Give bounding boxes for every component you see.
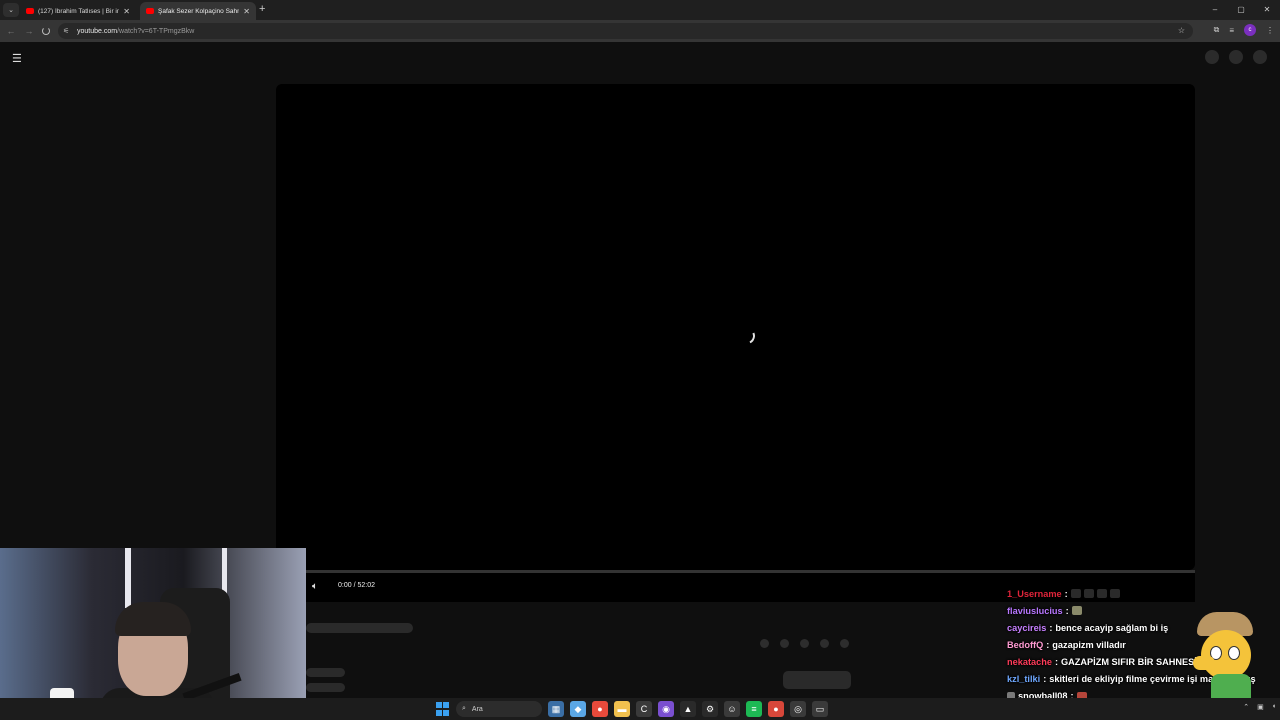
mascot-face [1201,630,1251,680]
chat-username: BedoffQ [1007,639,1044,650]
chat-separator: : [1049,622,1053,633]
browser-toolbar: ← → ⚟ youtube.com/watch?v=6T-TPmgzBkw ☆ … [0,20,1280,42]
windows-taskbar: ⌕ Ara ▦ ◆ ● ▬ C ◉ ▲ ⚙ ☺ ≡ ● ◎ ▭ ⌃ ▣ ◖ [0,698,1280,720]
chat-separator: : [1064,588,1068,599]
chat-separator: : [1065,605,1069,616]
chat-username: flaviuslucius [1007,605,1063,616]
chat-separator: : [1046,639,1050,650]
media-control-icon[interactable]: ≡ [1229,26,1234,35]
chat-username: kzl_tilki [1007,674,1041,685]
chat-message: 1_Username: [1007,585,1280,602]
tab-title: (127) İbrahim Tatlıses | Bir imparatorlu… [38,7,119,15]
volume-icon[interactable]: 🔈︎ [312,581,318,592]
channel-skeleton [306,668,345,677]
app-gray-icon[interactable]: ▭ [812,701,828,717]
network-icon[interactable]: ▣ [1257,703,1264,711]
emote-mascot-overlay [1193,612,1257,710]
header-placeholder-circle[interactable] [1229,50,1243,64]
action-skeleton-dot [840,639,849,648]
chat-text: gazapizm villadır [1052,639,1126,650]
chat-emote-icon [1096,589,1107,599]
url-path: /watch?v=6T-TPmgzBkw [117,27,195,35]
screen: ⌄ (127) İbrahim Tatlıses | Bir imparator… [0,0,1280,720]
site-info-icon[interactable]: ⚟ [63,27,77,35]
chat-username: 1_Username [1007,588,1062,599]
youtube-favicon-icon [26,8,34,14]
search-label: Ara [471,705,483,713]
taskbar-apps: ⌕ Ara ▦ ◆ ● ▬ C ◉ ▲ ⚙ ☺ ≡ ● ◎ ▭ [434,701,828,717]
windows-start-icon[interactable] [434,701,450,717]
close-tab-icon[interactable]: ✕ [123,7,130,16]
close-window-button[interactable]: ✕ [1254,0,1280,20]
chat-emote-icon [1071,606,1082,616]
maximize-button[interactable]: ▢ [1228,0,1254,20]
search-icon: ⌕ [462,705,466,712]
obs-icon[interactable]: ◎ [790,701,806,717]
steam-icon[interactable]: ⚙ [702,701,718,717]
mascot-hand [1193,656,1215,670]
action-skeleton-dot [820,639,829,648]
chat-emote-icon [1083,589,1094,599]
chat-text: bence acayip sağlam bi iş [1055,622,1169,633]
browser-tab-2-active[interactable]: Şafak Sezer Kolpaçino Sahneleri ✕ [140,2,256,20]
tray-chevron-icon[interactable]: ⌃ [1243,703,1249,711]
chat-text: GAZAPİZM SIFIR BİR SAHNESİ [1061,656,1197,667]
youtube-favicon-icon [146,8,154,14]
back-arrow-icon[interactable]: ← [4,26,18,36]
streamer-hair [115,602,191,636]
chat-emote-icon [1070,589,1081,599]
action-skeleton-dot [800,639,809,648]
header-placeholder-circle[interactable] [1205,50,1219,64]
hamburger-menu-icon[interactable]: ☰ [12,52,22,65]
system-tray: ⌃ ▣ ◖ [1243,703,1276,711]
chrome-alt-icon[interactable]: ● [768,701,784,717]
epic-games-icon[interactable]: ▲ [680,701,696,717]
chat-separator: : [1054,656,1059,667]
file-explorer-icon[interactable]: ▬ [614,701,630,717]
discord-icon[interactable]: ☺ [724,701,740,717]
close-tab-icon[interactable]: ✕ [243,7,250,16]
chat-emote-icon [1109,589,1120,599]
chat-username: nekatache [1007,656,1052,667]
tab-search-button[interactable]: ⌄ [3,3,19,17]
taskbar-search-box[interactable]: ⌕ Ara [456,701,542,717]
browser-tab-1[interactable]: (127) İbrahim Tatlıses | Bir imparatorlu… [20,2,136,20]
channel-skeleton [306,683,345,692]
action-skeleton-dot [780,639,789,648]
app-purple-icon[interactable]: ◉ [658,701,674,717]
title-skeleton [306,623,413,633]
browser-menu-icon[interactable]: ⋮ [1266,26,1274,35]
webcam-door-frame [125,548,131,608]
tab-title: Şafak Sezer Kolpaçino Sahneleri [158,7,240,15]
time-display: 0:00 / 52:02 [338,582,375,589]
forward-arrow-icon[interactable]: → [22,26,36,36]
chrome-icon[interactable]: ● [592,701,608,717]
address-bar[interactable]: ⚟ youtube.com/watch?v=6T-TPmgzBkw ☆ [58,23,1193,39]
profile-avatar[interactable]: c [1244,24,1256,36]
extensions-puzzle-icon[interactable]: ⧉ [1214,25,1220,35]
copilot-icon[interactable]: ◆ [570,701,586,717]
bookmark-star-icon[interactable]: ☆ [1178,26,1185,35]
new-tab-button[interactable]: + [259,3,265,15]
header-actions-placeholder [1205,50,1267,64]
progress-bar[interactable] [276,570,1195,573]
ccleaner-icon[interactable]: C [636,701,652,717]
minimize-button[interactable]: – [1202,0,1228,20]
action-skeleton-dot [760,639,769,648]
chat-username: caycireis [1007,622,1047,633]
url-host: youtube.com [77,27,118,35]
mascot-eye [1228,646,1240,660]
header-placeholder-circle[interactable] [1253,50,1267,64]
page-loading-icon[interactable] [42,27,50,35]
video-player[interactable] [276,84,1195,570]
window-controls: – ▢ ✕ [1202,0,1280,20]
browser-tab-strip: ⌄ (127) İbrahim Tatlıses | Bir imparator… [0,0,1280,20]
webcam-overlay [0,548,306,720]
chat-separator: : [1043,674,1047,685]
button-skeleton [783,671,851,689]
spotify-icon[interactable]: ≡ [746,701,762,717]
extensions-area: ⧉ ≡ c ⋮ [1214,24,1274,36]
widgets-icon[interactable]: ▦ [548,701,564,717]
volume-tray-icon[interactable]: ◖ [1272,703,1276,711]
